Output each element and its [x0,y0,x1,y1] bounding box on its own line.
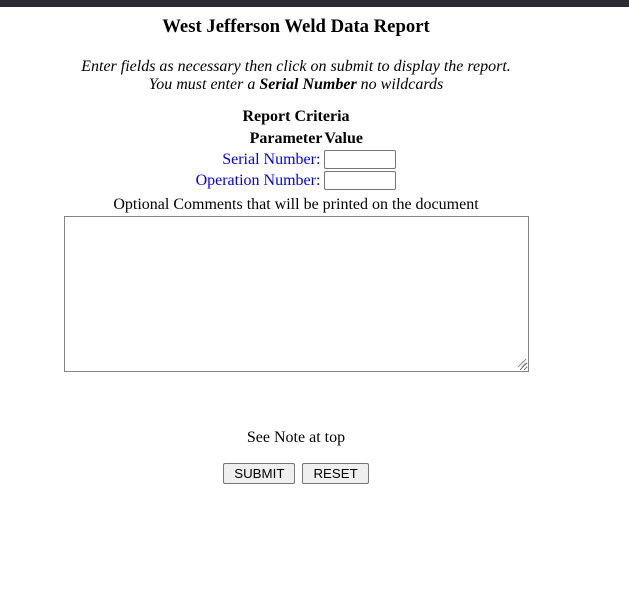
serial-number-row: Serial Number: [196,150,397,169]
page-title: West Jefferson Weld Data Report [0,16,592,38]
reset-button[interactable]: RESET [302,463,368,484]
serial-number-input[interactable] [324,150,396,169]
operation-number-input[interactable] [324,171,396,190]
window-top-bar [0,0,629,7]
optional-comments-label: Optional Comments that will be printed o… [0,196,592,214]
report-form: West Jefferson Weld Data Report Enter fi… [0,16,592,484]
report-criteria-heading: Report Criteria [0,108,592,126]
instructions-line2: You must enter a Serial Number no wildca… [149,76,443,93]
criteria-header-row: Parameter Value [196,130,397,148]
submit-button[interactable]: SUBMIT [223,463,295,484]
serial-number-emphasis: Serial Number [259,76,356,93]
criteria-table: Parameter Value Serial Number: Operation… [194,128,399,192]
comments-textarea[interactable] [64,216,529,372]
instructions-text: Enter fields as necessary then click on … [0,58,592,94]
see-note-text: See Note at top [0,429,592,447]
serial-number-label: Serial Number: [196,150,323,169]
operation-number-label: Operation Number: [196,171,323,190]
instructions-line1: Enter fields as necessary then click on … [81,58,511,75]
parameter-column-header: Parameter [196,130,323,148]
value-column-header: Value [324,130,396,148]
form-actions: SUBMIT RESET [0,463,592,484]
operation-number-row: Operation Number: [196,171,397,190]
comments-area [64,216,529,372]
